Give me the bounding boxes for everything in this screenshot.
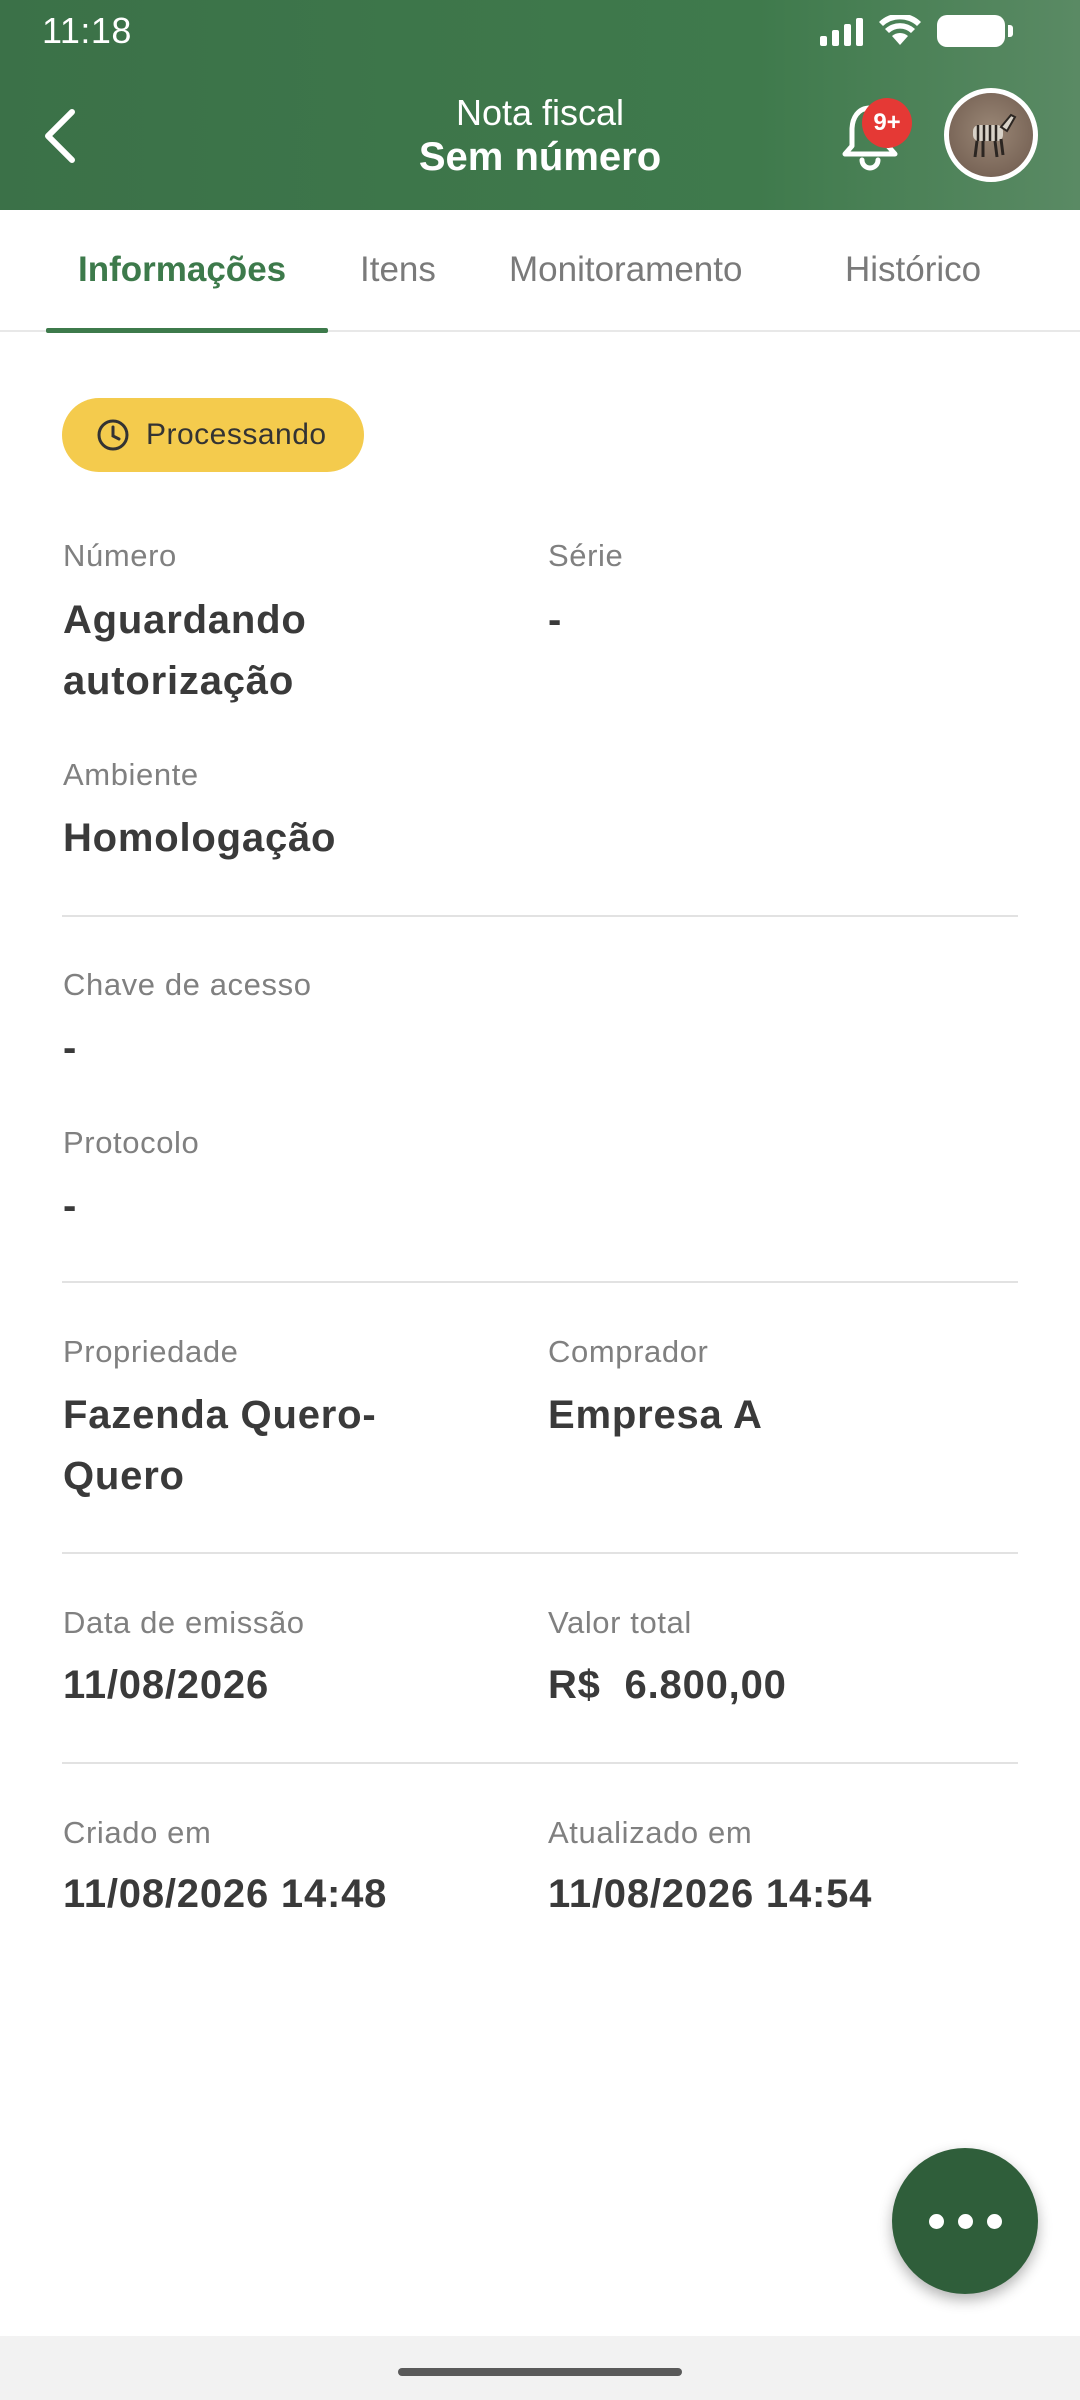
status-bar: 11:18 [0,0,1080,60]
back-button[interactable] [30,100,90,172]
atualizado-em-value: 11/08/2026 14:54 [548,1872,873,1916]
data-emissao-value: 11/08/2026 [63,1663,269,1707]
status-time: 11:18 [42,10,132,51]
divider [62,1281,1018,1283]
comprador-value: Empresa A [548,1393,763,1437]
chave-acesso-label: Chave de acesso [63,967,312,1002]
more-dots-icon [928,2213,944,2229]
back-arrow-icon [45,109,75,163]
status-badge: Processando [62,398,364,472]
signal-icon [820,16,863,46]
battery-icon [937,15,1013,47]
comprador-label: Comprador [548,1334,709,1369]
numero-value: Aguardando autorização [63,598,307,703]
tab-monitoramento[interactable]: Monitoramento [509,250,742,290]
status-label: Processando [146,418,327,451]
propriedade-value: Fazenda Quero-Quero [63,1393,377,1498]
divider [62,915,1018,917]
more-dots-icon [986,2213,1002,2229]
header-subtitle: Nota fiscal [455,92,625,133]
divider [62,1762,1018,1764]
valor-total-label: Valor total [548,1605,692,1640]
wifi-icon [879,15,921,45]
app-header: 11:18 Nota fiscal Sem número 9+ [0,0,1080,210]
chave-acesso-value: - [63,1026,78,1070]
ambiente-value: Homologação [63,816,337,860]
propriedade-label: Propriedade [63,1334,239,1369]
home-indicator[interactable] [398,2368,682,2376]
more-actions-button[interactable] [892,2148,1038,2294]
protocolo-value: - [63,1184,78,1228]
ambiente-label: Ambiente [63,757,199,792]
serie-label: Série [548,538,624,573]
status-icons [820,14,1013,48]
numero-label: Número [63,538,177,573]
divider [62,1552,1018,1554]
active-tab-indicator [46,328,328,333]
tab-historico[interactable]: Histórico [845,250,981,290]
header-title: Sem número [418,135,662,179]
valor-total-value: R$ 6.800,00 [548,1663,787,1707]
notification-badge: 9+ [862,98,912,148]
criado-em-value: 11/08/2026 14:48 [63,1872,388,1916]
tab-itens[interactable]: Itens [360,250,436,290]
clock-icon [97,419,129,451]
criado-em-label: Criado em [63,1815,212,1850]
avatar[interactable] [944,88,1038,182]
tab-bar: Informações Itens Monitoramento Históric… [0,210,1080,333]
zebra-avatar-icon [973,113,1017,158]
data-emissao-label: Data de emissão [63,1605,305,1640]
protocolo-label: Protocolo [63,1125,200,1160]
tab-informacoes[interactable]: Informações [78,250,286,290]
serie-value: - [548,598,563,642]
more-dots-icon [957,2213,973,2229]
atualizado-em-label: Atualizado em [548,1815,753,1850]
header-titles: Nota fiscal Sem número [290,92,790,180]
